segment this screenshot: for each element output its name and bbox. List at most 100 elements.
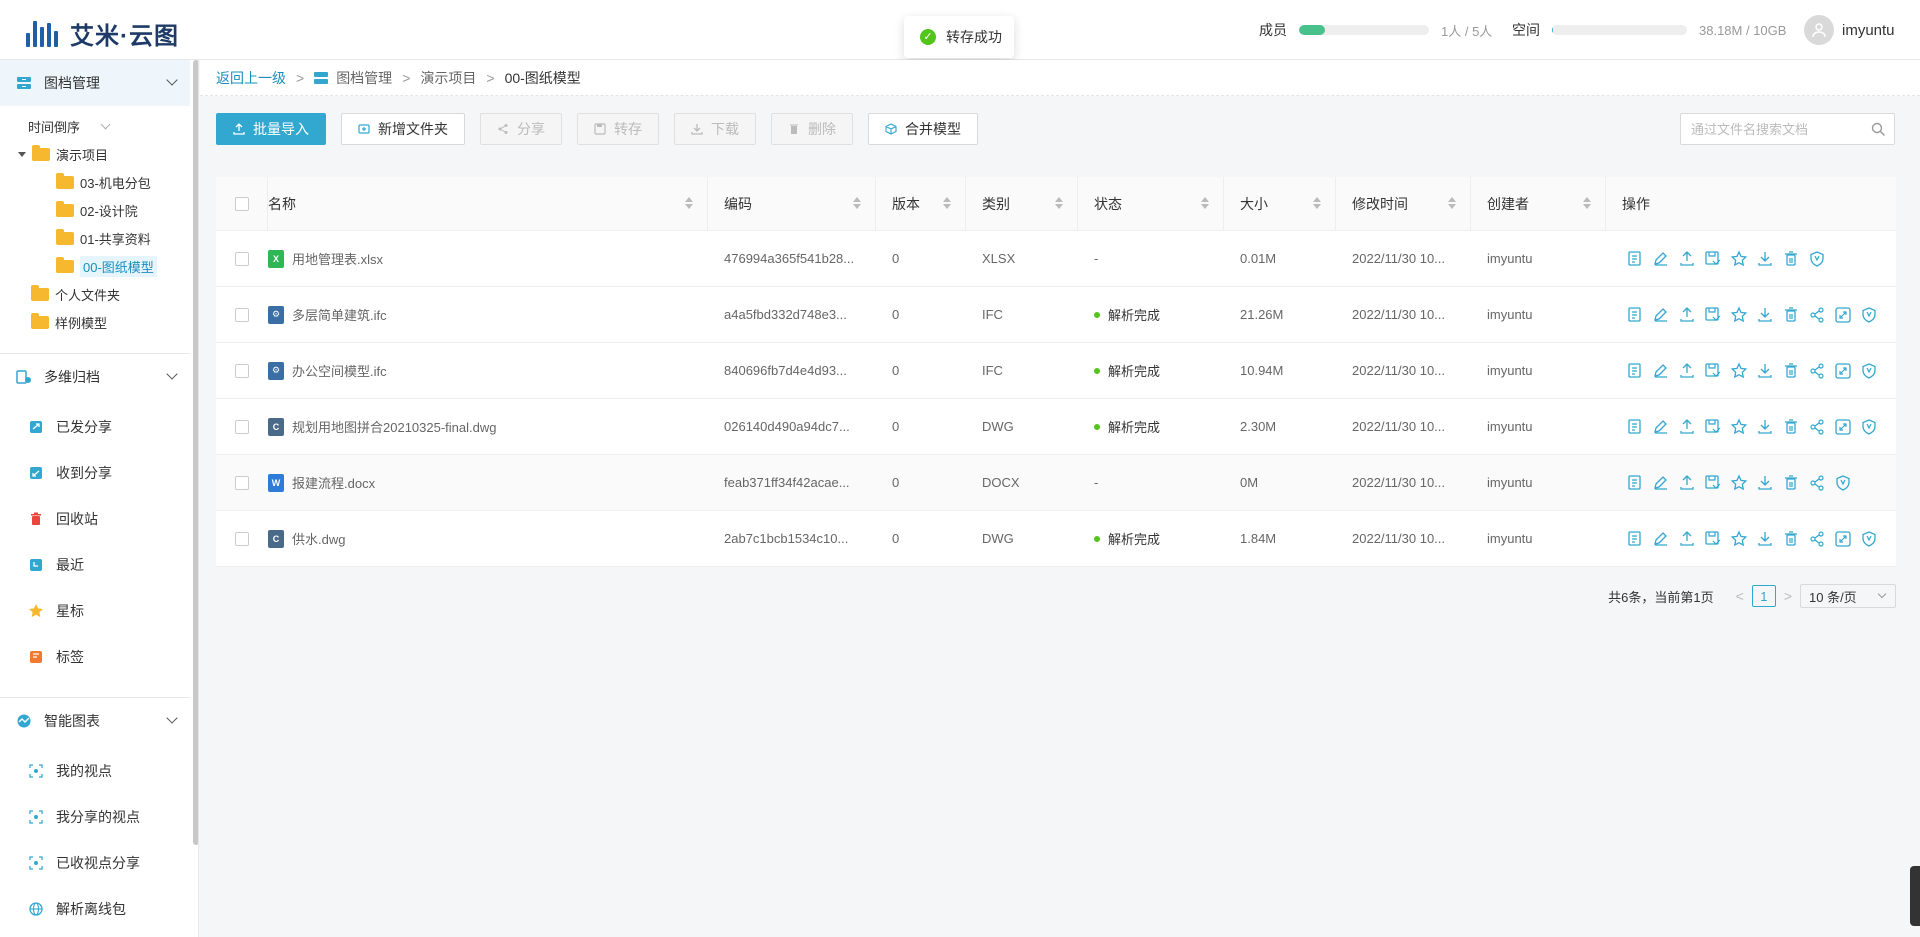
download-button[interactable]: 下载 [674,113,756,145]
star-action-icon[interactable] [1730,361,1748,380]
share-action-icon[interactable] [1808,306,1826,324]
cell-name-text[interactable]: 规划用地图拼合20210325-final.dwg [292,417,496,436]
app-logo[interactable]: 艾米·云图 [26,16,179,51]
nav-tags[interactable]: 标签 [28,646,84,668]
sort-icon[interactable] [943,196,951,209]
search-icon[interactable] [1871,122,1886,140]
nav-recent[interactable]: 最近 [28,554,84,576]
next-page-button[interactable]: > [1784,588,1792,604]
version-action-icon[interactable] [1860,306,1878,324]
row-checkbox[interactable] [235,307,249,322]
download-action-icon[interactable] [1756,530,1774,548]
download-action-icon[interactable] [1756,418,1774,436]
share-action-icon[interactable] [1808,530,1826,548]
caret-down-icon[interactable] [18,151,26,157]
header-version[interactable]: 版本 [876,176,966,231]
cell-name[interactable]: W 报建流程.docx [268,455,708,511]
share-action-icon[interactable] [1808,362,1826,380]
tree-folder-project[interactable]: 演示项目 [18,143,108,165]
model-action-icon[interactable] [1834,530,1852,548]
delete-action-icon[interactable] [1782,362,1800,380]
section-archive-management[interactable]: 图档管理 [0,60,190,106]
sort-order-select[interactable]: 时间倒序 [28,115,111,137]
cell-name-text[interactable]: 办公空间模型.ifc [292,361,387,380]
upload-action-icon[interactable] [1678,418,1696,436]
header-name[interactable]: 名称 [268,176,708,231]
select-all-checkbox[interactable] [234,196,249,211]
sort-icon[interactable] [685,196,693,209]
star-action-icon[interactable] [1730,417,1748,436]
nav-shared-viewpoints[interactable]: 我分享的视点 [28,806,140,828]
nav-starred[interactable]: 星标 [28,600,84,622]
tree-folder-samples[interactable]: 样例模型 [31,311,107,333]
search-box[interactable] [1680,113,1895,145]
page-number-button[interactable]: 1 [1751,585,1776,607]
share-action-icon[interactable] [1808,474,1826,492]
star-action-icon[interactable] [1730,305,1748,324]
avatar[interactable] [1804,15,1834,45]
detail-action-icon[interactable] [1626,362,1644,380]
nav-received-shares[interactable]: 收到分享 [28,462,112,484]
back-link[interactable]: 返回上一级 [216,68,286,88]
delete-action-icon[interactable] [1782,530,1800,548]
delete-action-icon[interactable] [1782,306,1800,324]
download-action-icon[interactable] [1756,306,1774,324]
nav-offline-package[interactable]: 解析离线包 [28,898,126,920]
sort-icon[interactable] [1313,196,1321,209]
cell-name-text[interactable]: 报建流程.docx [292,473,375,492]
breadcrumb-item[interactable]: 演示项目 [420,68,476,88]
version-action-icon[interactable] [1860,530,1878,548]
table-row[interactable]: ⚙ 办公空间模型.ifc 840696fb7d4e4d93... 0 IFC 解析… [216,343,1896,399]
header-size[interactable]: 大小 [1224,176,1336,231]
delete-action-icon[interactable] [1782,418,1800,436]
cell-name[interactable]: C 供水.dwg [268,511,708,567]
download-action-icon[interactable] [1756,250,1774,268]
tree-folder-child[interactable]: 02-设计院 [56,199,138,221]
row-checkbox[interactable] [235,475,249,490]
edit-action-icon[interactable] [1652,250,1670,268]
upload-action-icon[interactable] [1678,474,1696,492]
user-menu[interactable]: imyuntu [1804,15,1895,45]
transfer-button[interactable]: 转存 [577,113,659,145]
table-row[interactable]: X 用地管理表.xlsx 476994a365f541b28... 0 XLSX … [216,231,1896,287]
upload-action-icon[interactable] [1678,530,1696,548]
cell-name[interactable]: ⚙ 多层简单建筑.ifc [268,287,708,343]
detail-action-icon[interactable] [1626,306,1644,324]
tree-folder-child[interactable]: 03-机电分包 [56,171,151,193]
model-action-icon[interactable] [1834,362,1852,380]
version-action-icon[interactable] [1860,418,1878,436]
transfer-action-icon[interactable] [1704,530,1722,548]
edit-action-icon[interactable] [1652,306,1670,324]
sort-icon[interactable] [1055,196,1063,209]
sort-icon[interactable] [1448,196,1456,209]
nav-recycle-bin[interactable]: 回收站 [28,508,98,530]
page-size-select[interactable]: 10 条/页 [1800,584,1896,608]
version-action-icon[interactable] [1860,362,1878,380]
nav-sent-shares[interactable]: 已发分享 [28,416,112,438]
share-button[interactable]: 分享 [480,113,562,145]
cell-name[interactable]: ⚙ 办公空间模型.ifc [268,343,708,399]
search-input[interactable] [1681,114,1861,144]
row-checkbox[interactable] [235,531,249,546]
batch-import-button[interactable]: 批量导入 [216,113,326,145]
row-checkbox[interactable] [235,363,249,378]
upload-action-icon[interactable] [1678,250,1696,268]
edit-action-icon[interactable] [1652,362,1670,380]
section-multi-archive[interactable]: 多维归档 [0,354,190,400]
header-type[interactable]: 类别 [966,176,1078,231]
table-row[interactable]: C 规划用地图拼合20210325-final.dwg 026140d490a94… [216,399,1896,455]
cell-name-text[interactable]: 用地管理表.xlsx [292,249,383,268]
transfer-action-icon[interactable] [1704,362,1722,380]
edit-action-icon[interactable] [1652,530,1670,548]
star-action-icon[interactable] [1730,529,1748,548]
header-creator[interactable]: 创建者 [1471,176,1606,231]
row-checkbox[interactable] [235,251,249,266]
breadcrumb-item[interactable]: 图档管理 [336,68,392,88]
sort-icon[interactable] [1201,196,1209,209]
delete-button[interactable]: 删除 [771,113,853,145]
table-row[interactable]: C 供水.dwg 2ab7c1bcb1534c10... 0 DWG 解析完成 1… [216,511,1896,567]
sidebar-scrollbar[interactable] [193,60,198,845]
prev-page-button[interactable]: < [1736,588,1744,604]
cell-name[interactable]: X 用地管理表.xlsx [268,231,708,287]
detail-action-icon[interactable] [1626,418,1644,436]
